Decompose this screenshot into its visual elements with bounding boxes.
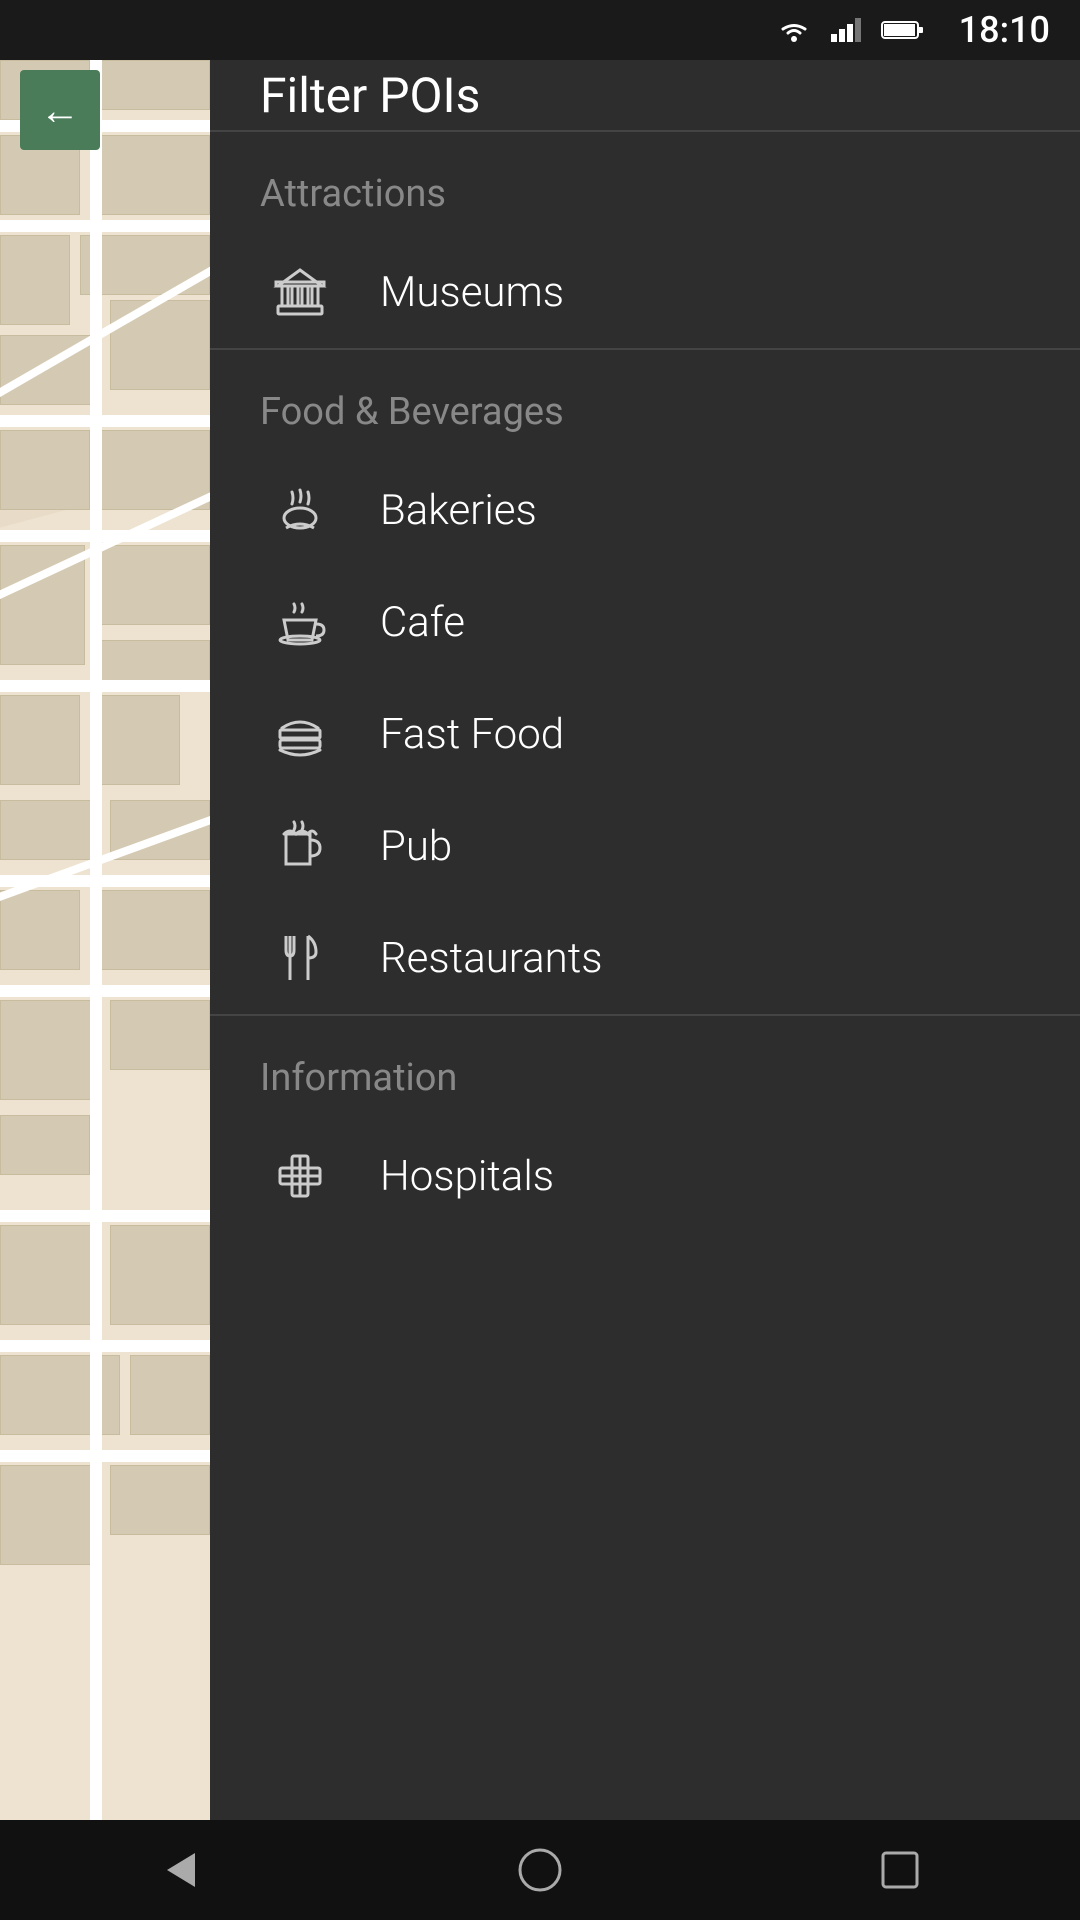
cafe-icon [260, 594, 340, 650]
nav-recent-button[interactable] [875, 1845, 925, 1895]
fast-food-label: Fast Food [380, 710, 564, 759]
cafe-label: Cafe [380, 598, 465, 647]
bottom-nav [0, 1820, 1080, 1920]
status-bar: 18:10 [0, 0, 1080, 60]
menu-item-museums[interactable]: Museums [210, 236, 1080, 348]
menu-item-hospitals[interactable]: Hospitals [210, 1120, 1080, 1232]
bakeries-label: Bakeries [380, 486, 537, 535]
museums-label: Museums [380, 268, 564, 317]
filter-panel: Filter POIs Attractions Museums Food & B… [210, 0, 1080, 1920]
status-time: 18:10 [959, 9, 1050, 51]
museum-icon [260, 264, 340, 320]
hospital-icon [260, 1148, 340, 1204]
pub-label: Pub [380, 822, 452, 871]
nav-home-button[interactable] [515, 1845, 565, 1895]
section-food: Food & Beverages [210, 350, 1080, 454]
menu-item-fast-food[interactable]: Fast Food [210, 678, 1080, 790]
fastfood-icon [260, 706, 340, 762]
map-area [0, 0, 210, 1920]
section-information: Information [210, 1016, 1080, 1120]
back-button[interactable]: ← [20, 70, 100, 150]
status-icons: 18:10 [777, 9, 1050, 51]
menu-item-restaurants[interactable]: Restaurants [210, 902, 1080, 1014]
battery-icon [881, 18, 925, 42]
restaurant-icon [260, 930, 340, 986]
panel-title: Filter POIs [260, 67, 480, 124]
restaurants-label: Restaurants [380, 934, 603, 983]
signal-icon [829, 16, 863, 44]
pub-icon [260, 818, 340, 874]
menu-item-cafe[interactable]: Cafe [210, 566, 1080, 678]
wifi-icon [777, 16, 811, 44]
hospitals-label: Hospitals [380, 1152, 554, 1201]
section-attractions: Attractions [210, 132, 1080, 236]
nav-back-button[interactable] [155, 1845, 205, 1895]
menu-item-pub[interactable]: Pub [210, 790, 1080, 902]
bakery-icon [260, 482, 340, 538]
menu-item-bakeries[interactable]: Bakeries [210, 454, 1080, 566]
back-arrow-icon: ← [40, 87, 80, 134]
